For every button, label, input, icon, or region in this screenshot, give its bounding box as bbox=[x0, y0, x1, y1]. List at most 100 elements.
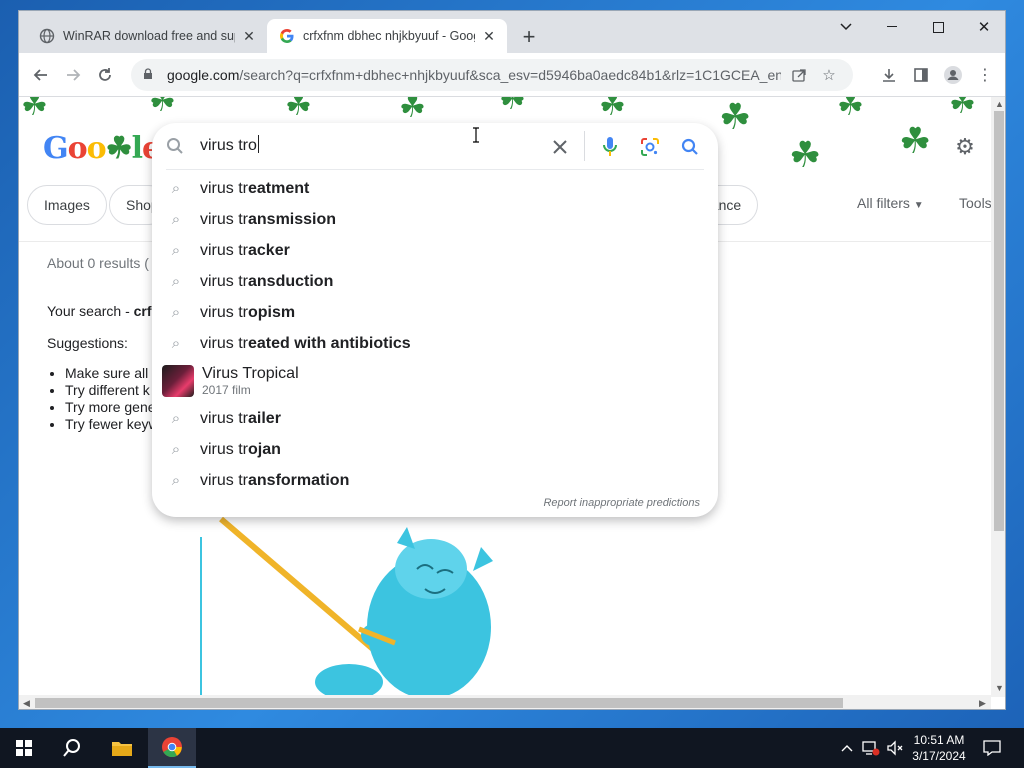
close-tab-icon[interactable]: ✕ bbox=[481, 28, 497, 44]
dropdown-caret-icon: ▼ bbox=[913, 200, 924, 211]
show-hidden-icons-chevron-icon[interactable] bbox=[838, 728, 856, 768]
results-count: About 0 results ( bbox=[47, 255, 149, 271]
your-search-text: Your search - crf bbox=[47, 303, 152, 319]
network-icon[interactable] bbox=[860, 728, 882, 768]
dropdown-divider bbox=[166, 169, 704, 170]
scroll-up-arrow-icon[interactable]: ▲ bbox=[995, 99, 1004, 109]
suggestion-completion: ansmission bbox=[248, 210, 337, 228]
suggestion-item: Try more gene bbox=[65, 399, 159, 416]
tools-button[interactable]: Tools bbox=[959, 195, 991, 211]
forward-arrow-icon[interactable] bbox=[61, 63, 85, 87]
autocomplete-item[interactable]: ⌕ virus tr eatment bbox=[152, 173, 718, 204]
chip-images[interactable]: Images bbox=[27, 185, 107, 225]
settings-gear-icon[interactable]: ⚙ bbox=[953, 134, 977, 159]
horizontal-scroll-thumb[interactable] bbox=[35, 698, 843, 708]
close-tab-icon[interactable]: ✕ bbox=[241, 28, 257, 44]
tab-search-chevron-icon[interactable] bbox=[823, 11, 869, 43]
autocomplete-entity-item[interactable]: Virus Tropical 2017 film bbox=[152, 363, 718, 399]
clover-icon: ☘ bbox=[285, 97, 312, 122]
clover-icon: ☘ bbox=[789, 134, 822, 175]
clover-icon: ☘ bbox=[399, 97, 426, 124]
maximize-button[interactable] bbox=[915, 11, 961, 43]
vertical-scroll-thumb[interactable] bbox=[994, 111, 1004, 531]
back-arrow-icon[interactable] bbox=[29, 63, 53, 87]
share-icon[interactable] bbox=[787, 63, 811, 87]
suggestion-completion: ansformation bbox=[248, 471, 350, 489]
search-input[interactable]: virus tro bbox=[200, 135, 259, 155]
autocomplete-item[interactable]: ⌕ virus tr ansmission bbox=[152, 204, 718, 235]
suggestions-heading: Suggestions: bbox=[47, 335, 128, 351]
entity-title: Virus Tropical bbox=[202, 365, 299, 382]
scroll-left-arrow-icon[interactable]: ◀ bbox=[23, 698, 30, 709]
suggestion-completion: eated with antibiotics bbox=[248, 334, 411, 352]
search-submit-icon[interactable] bbox=[678, 135, 702, 159]
report-predictions-link[interactable]: Report inappropriate predictions bbox=[543, 497, 700, 509]
autocomplete-item[interactable]: ⌕ virus tr eated with antibiotics bbox=[152, 328, 718, 359]
minimize-button[interactable] bbox=[869, 11, 915, 43]
vertical-scrollbar[interactable]: ▲ ▼ bbox=[991, 97, 1005, 697]
start-windows-icon[interactable] bbox=[0, 728, 48, 768]
search-icon: ⌕ bbox=[171, 304, 181, 321]
file-explorer-folder-icon[interactable] bbox=[98, 728, 146, 768]
suggestion-completion: eatment bbox=[248, 179, 310, 197]
tab-strip: WinRAR download free and supp ✕ crfxfnm … bbox=[19, 11, 1005, 53]
autocomplete-item[interactable]: ⌕ virus tr ailer bbox=[152, 403, 718, 434]
film-poster-thumbnail bbox=[162, 365, 194, 397]
suggestion-completion: ailer bbox=[248, 409, 281, 427]
google-icon bbox=[279, 28, 295, 44]
search-icon: ⌕ bbox=[171, 441, 181, 458]
lock-icon bbox=[143, 67, 157, 83]
scroll-down-arrow-icon[interactable]: ▼ bbox=[995, 683, 1004, 693]
autocomplete-item[interactable]: ⌕ virus tr ojan bbox=[152, 434, 718, 465]
search-icon: ⌕ bbox=[171, 335, 181, 352]
tab-winrar[interactable]: WinRAR download free and supp ✕ bbox=[27, 19, 267, 53]
suggestion-item: Try fewer keyw bbox=[65, 416, 159, 433]
taskbar-search-icon[interactable] bbox=[48, 728, 96, 768]
search-icon: ⌕ bbox=[171, 273, 181, 290]
suggestion-completion: acker bbox=[248, 241, 290, 259]
suggestion-prefix: virus tr bbox=[200, 210, 248, 228]
suggestion-prefix: virus tr bbox=[200, 409, 248, 427]
clover-icon: ☘ bbox=[949, 97, 976, 120]
horizontal-scrollbar[interactable]: ◀ ▶ bbox=[19, 695, 991, 709]
notifications-icon[interactable] bbox=[980, 728, 1004, 768]
all-filters-button[interactable]: All filters ▼ bbox=[857, 195, 924, 211]
autocomplete-item[interactable]: ⌕ virus tr ansformation bbox=[152, 465, 718, 496]
suggestion-item: Make sure all bbox=[65, 365, 159, 382]
bookmark-star-icon[interactable]: ☆ bbox=[817, 63, 841, 87]
google-lens-camera-icon[interactable] bbox=[638, 135, 662, 159]
clover-icon: ☘ bbox=[599, 97, 626, 122]
reload-icon[interactable] bbox=[93, 63, 117, 87]
autocomplete-item[interactable]: ⌕ virus tr opism bbox=[152, 297, 718, 328]
profile-avatar-icon[interactable] bbox=[941, 63, 965, 87]
search-icon: ⌕ bbox=[171, 242, 181, 259]
download-icon[interactable] bbox=[877, 63, 901, 87]
suggestion-prefix: virus tr bbox=[200, 471, 248, 489]
clover-icon: ☘ bbox=[719, 97, 752, 137]
side-panel-icon[interactable] bbox=[909, 63, 933, 87]
clover-icon: ☘ bbox=[499, 97, 526, 116]
google-doodle-logo[interactable]: Goo☘le bbox=[43, 131, 161, 166]
new-tab-button[interactable]: + bbox=[517, 24, 541, 49]
autocomplete-item[interactable]: ⌕ virus tr ansduction bbox=[152, 266, 718, 297]
clock-date: 3/17/2024 bbox=[912, 749, 966, 763]
suggestion-prefix: virus tr bbox=[200, 334, 248, 352]
suggestion-prefix: virus tr bbox=[200, 272, 248, 290]
clear-search-icon[interactable] bbox=[548, 135, 572, 159]
entity-subtitle: 2017 film bbox=[202, 383, 251, 397]
chrome-taskbar-icon[interactable] bbox=[148, 728, 196, 768]
text-cursor-icon bbox=[472, 127, 480, 148]
tab-google-search[interactable]: crfxfnm dbhec nhjkbyuuf - Goog ✕ bbox=[267, 19, 507, 53]
suggestions-list: Make sure all Try different k Try more g… bbox=[65, 365, 159, 433]
autocomplete-item[interactable]: ⌕ virus tr acker bbox=[152, 235, 718, 266]
menu-kebab-icon[interactable]: ⋮ bbox=[973, 63, 997, 87]
taskbar-clock[interactable]: 10:51 AM 3/17/2024 bbox=[900, 732, 978, 764]
browser-window: WinRAR download free and supp ✕ crfxfnm … bbox=[18, 10, 1006, 710]
address-bar[interactable]: google.com/search?q=crfxfnm+dbhec+nhjkby… bbox=[131, 59, 853, 91]
google-results-page: ☘ ☘ ☘ ☘ ☘ ☘ ☘ ☘ ☘ ☘ ☘ Goo☘le ⚙ Images Sh… bbox=[19, 97, 991, 697]
scroll-right-arrow-icon[interactable]: ▶ bbox=[979, 698, 986, 709]
microphone-icon[interactable] bbox=[598, 135, 622, 159]
search-icon: ⌕ bbox=[171, 180, 181, 197]
your-search-query: crf bbox=[133, 303, 152, 319]
close-window-button[interactable]: ✕ bbox=[961, 11, 1005, 43]
